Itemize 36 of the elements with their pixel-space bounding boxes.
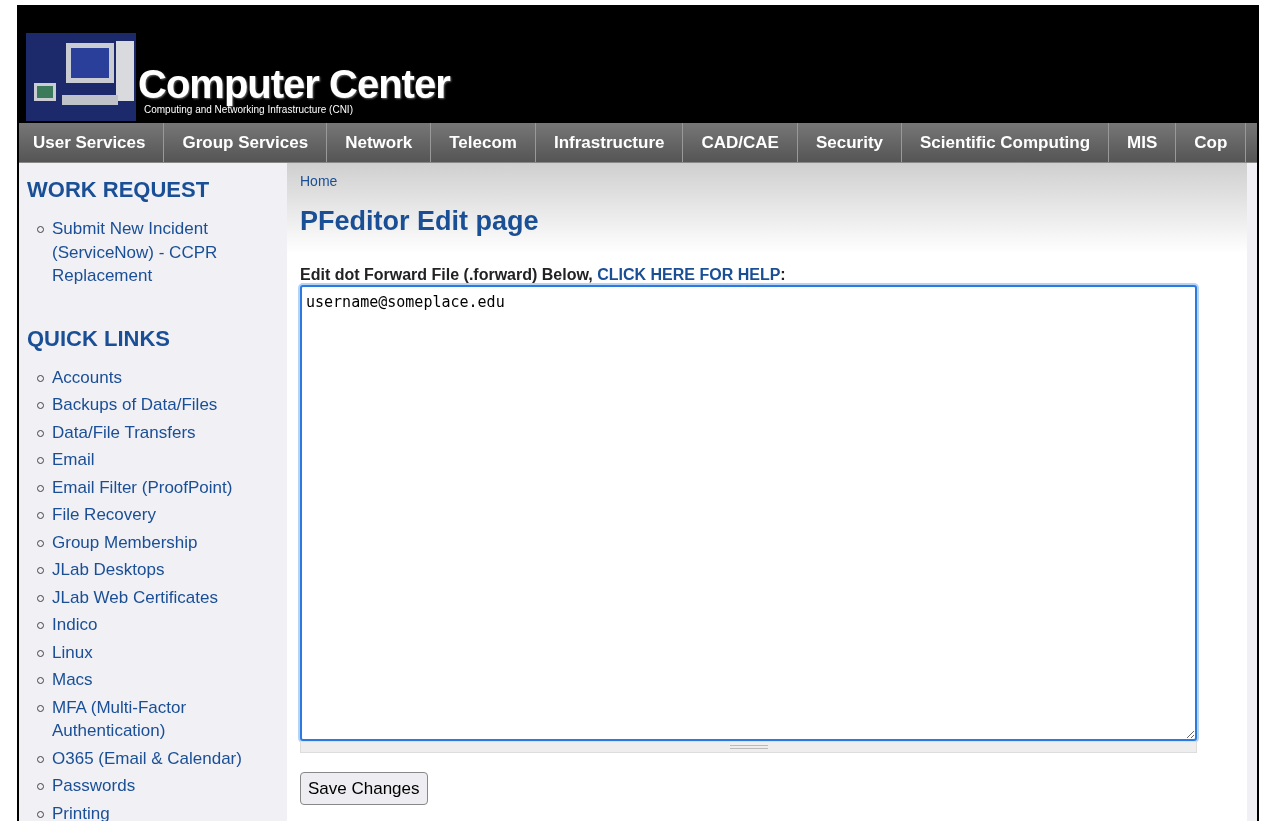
sidebar-link[interactable]: Accounts	[52, 365, 122, 389]
form-label: Edit dot Forward File (.forward) Below, CLICK HERE FOR HELP:	[300, 264, 786, 285]
sidebar-link[interactable]: Linux	[52, 640, 93, 664]
nav-tab[interactable]: User Services	[19, 123, 165, 162]
nav-tab[interactable]: CAD/CAE	[683, 123, 798, 162]
nav-tab[interactable]: MIS	[1109, 123, 1177, 162]
sidebar-heading: QUICK LINKS	[27, 324, 171, 353]
sidebar-link[interactable]: Data/File Transfers	[52, 420, 196, 444]
nav-tab[interactable]: Telecom	[431, 123, 536, 162]
sidebar-heading: WORK REQUEST	[27, 176, 211, 204]
sidebar-link[interactable]: Group Membership	[52, 530, 198, 554]
nav-tab[interactable]: Scientific Computing	[902, 123, 1110, 162]
breadcrumb-link[interactable]: Home	[300, 171, 338, 192]
page-title: PFeditor Edit page	[300, 205, 539, 238]
sidebar-link[interactable]: File Recovery	[52, 503, 156, 527]
sidebar-link[interactable]: Macs	[52, 668, 93, 692]
sidebar-link[interactable]: Email	[52, 448, 95, 472]
sidebar-link[interactable]: Submit New Incident (ServiceNow) - CCPR Replacement	[52, 217, 287, 288]
sidebar-link[interactable]: Email Filter (ProofPoint)	[52, 475, 233, 499]
nav-tab[interactable]: Security	[797, 123, 903, 162]
site-subtitle: Computing and Networking Infrastructure (CNI)	[144, 105, 354, 115]
help-link[interactable]: CLICK HERE FOR HELP	[597, 265, 781, 283]
nav-tab[interactable]: Infrastructure	[535, 123, 684, 162]
nav-tab[interactable]: Cop	[1176, 123, 1247, 162]
sidebar-link[interactable]: Backups of Data/Files	[52, 393, 218, 417]
save-changes-button[interactable]: Save Changes	[300, 771, 428, 805]
sidebar-link[interactable]: JLab Desktops	[52, 558, 165, 582]
nav-tab[interactable]: Network	[327, 123, 432, 162]
forward-file-textarea[interactable]: username@someplace.edu	[300, 284, 1197, 741]
sidebar-link[interactable]: Indico	[52, 613, 98, 637]
sidebar-link[interactable]: O365 (Email & Calendar)	[52, 746, 242, 770]
sidebar-link[interactable]: Passwords	[52, 774, 136, 798]
nav-tab[interactable]: Group Services	[164, 123, 328, 162]
sidebar-link[interactable]: JLab Web Certificates	[52, 585, 218, 609]
site-title: Computer Center	[138, 64, 450, 104]
sidebar-link[interactable]: MFA (Multi-Factor Authentication)	[52, 695, 287, 743]
